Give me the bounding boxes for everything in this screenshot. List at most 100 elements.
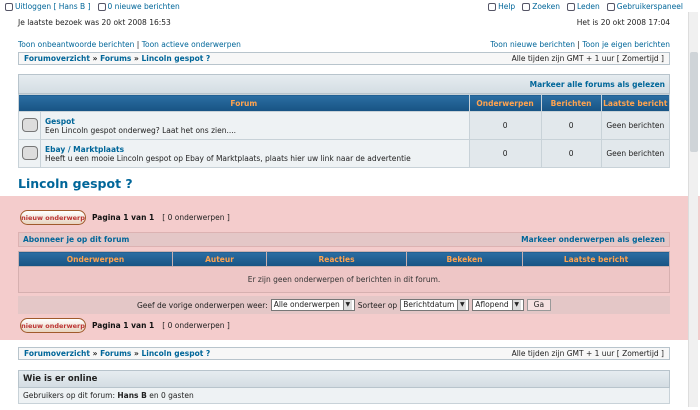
topic-filter-bar: Geef de vorige onderwerpen weer: Alle on… xyxy=(18,296,670,314)
last-visit-text: Je laatste bezoek was 20 okt 2008 16:53 xyxy=(18,18,171,27)
lastpost-header: Laatste bericht xyxy=(600,94,671,112)
mark-all-read-link[interactable]: Markeer alle forums als gelezen xyxy=(530,80,665,89)
logout-link[interactable]: Uitloggen [ Hans B ] xyxy=(5,2,91,11)
sort-by-select[interactable]: Berichtdatum ▼ xyxy=(400,299,470,311)
online-user[interactable]: Hans B xyxy=(117,391,146,400)
timezone-text: Alle tijden zijn GMT + 1 uur [ Zomertijd… xyxy=(511,349,664,358)
forum-topics-count: 0 xyxy=(468,111,542,140)
search-label: Zoeken xyxy=(532,1,560,11)
help-label: Help xyxy=(498,1,516,11)
own-posts-link[interactable]: Toon je eigen berichten xyxy=(582,40,670,49)
forum-last-post: Geen berichten xyxy=(600,111,671,140)
forum-title-link[interactable]: Gespot xyxy=(45,117,465,126)
forum-description: Een Lincoln gespot onderweg? Laat het on… xyxy=(45,125,237,135)
search-link[interactable]: Zoeken xyxy=(522,2,560,11)
col-topics: Onderwerpen xyxy=(18,251,173,267)
posts-header: Berichten xyxy=(540,94,602,112)
sort-order-select[interactable]: Aflopend ▼ xyxy=(472,299,524,311)
breadcrumb-index[interactable]: Forumoverzicht xyxy=(24,54,90,63)
breadcrumb-separator: » xyxy=(92,54,98,63)
unanswered-link[interactable]: Toon onbeantwoorde berichten xyxy=(18,40,134,49)
breadcrumb-separator: » xyxy=(134,349,139,358)
user-panel-icon xyxy=(606,2,615,11)
active-topics-link[interactable]: Toon actieve onderwerpen xyxy=(142,40,241,49)
topic-count: [ 0 onderwerpen ] xyxy=(162,321,230,330)
pagination-label: Pagina 1 van 1 xyxy=(92,213,155,222)
timezone-text: Alle tijden zijn GMT + 1 uur [ Zomertijd… xyxy=(511,54,664,63)
sort-label: Sorteer op xyxy=(357,300,398,310)
mark-topics-read-link[interactable]: Markeer onderwerpen als gelezen xyxy=(521,235,665,244)
new-topic-button-bottom[interactable]: nieuw onderwerp xyxy=(20,318,86,333)
forum-header: Forum xyxy=(18,94,470,112)
vertical-scrollbar[interactable] xyxy=(688,12,698,407)
show-topics-select[interactable]: Alle onderwerpen ▼ xyxy=(270,299,355,311)
new-posts-view-link[interactable]: Toon nieuwe berichten xyxy=(490,40,575,49)
forum-topics-count: 0 xyxy=(468,139,542,168)
topic-count: [ 0 onderwerpen ] xyxy=(162,213,230,222)
col-last-post: Laatste bericht xyxy=(522,251,670,267)
members-icon xyxy=(566,2,575,11)
forum-folder-icon xyxy=(21,145,38,160)
search-icon xyxy=(522,2,531,11)
members-link[interactable]: Leden xyxy=(566,1,600,11)
top-bar: Uitloggen [ Hans B ] 0 nieuwe berichten … xyxy=(5,0,695,12)
breadcrumb-current[interactable]: Lincoln gespot ? xyxy=(141,54,210,63)
pagination-top: Pagina 1 van 1 [ 0 onderwerpen ] xyxy=(92,213,230,222)
new-topic-button[interactable]: nieuw onderwerp xyxy=(20,210,86,225)
scrollbar-thumb[interactable] xyxy=(690,52,698,152)
forum-posts-count: 0 xyxy=(540,111,602,140)
breadcrumb-forums[interactable]: Forums xyxy=(100,54,131,63)
breadcrumb-current[interactable]: Lincoln gespot ? xyxy=(141,349,210,358)
breadcrumb-bottom: Forumoverzicht » Forums » Lincoln gespot… xyxy=(18,347,670,360)
online-heading: Wie is er online xyxy=(18,370,670,388)
breadcrumb-index[interactable]: Forumoverzicht xyxy=(24,349,90,358)
table-row: Gespot Een Lincoln gespot onderweg? Laat… xyxy=(18,111,671,140)
forum-title-link[interactable]: Ebay / Marktplaats xyxy=(45,145,465,154)
visit-info-row: Je laatste bezoek was 20 okt 2008 16:53 … xyxy=(18,18,670,27)
topics-header: Onderwerpen xyxy=(468,94,542,112)
help-icon xyxy=(488,2,497,11)
pagination-label: Pagina 1 van 1 xyxy=(92,321,155,330)
breadcrumb-separator: » xyxy=(134,54,139,63)
new-posts-link[interactable]: 0 nieuwe berichten xyxy=(97,1,180,11)
col-replies: Reacties xyxy=(266,251,407,267)
show-topics-label: Geef de vorige onderwerpen weer: xyxy=(136,300,268,310)
current-time-text: Het is 20 okt 2008 17:04 xyxy=(576,18,670,27)
forum-posts-count: 0 xyxy=(540,139,602,168)
go-button[interactable]: Ga xyxy=(526,299,552,311)
online-users-row: Gebruikers op dit forum: Hans B en 0 gas… xyxy=(18,388,670,404)
show-topics-value: Alle onderwerpen xyxy=(273,300,340,309)
table-row: Ebay / Marktplaats Heeft u een mooie Lin… xyxy=(18,139,671,168)
forum-description: Heeft u een mooie Lincoln gespot op Ebay… xyxy=(45,153,411,163)
sort-by-value: Berichtdatum xyxy=(403,300,455,309)
chevron-down-icon: ▼ xyxy=(342,300,352,310)
forum-folder-icon xyxy=(21,117,38,132)
page-title[interactable]: Lincoln gespot ? xyxy=(18,176,133,191)
topics-table: Onderwerpen Auteur Reacties Bekeken Laat… xyxy=(18,251,670,293)
col-views: Bekeken xyxy=(406,251,523,267)
pagination-bottom: Pagina 1 van 1 [ 0 onderwerpen ] xyxy=(92,321,230,330)
breadcrumb: Forumoverzicht » Forums » Lincoln gespot… xyxy=(24,349,210,358)
empty-forum-message: Er zijn geen onderwerpen of berichten in… xyxy=(18,266,670,293)
online-suffix: en 0 gasten xyxy=(149,391,194,400)
breadcrumb-top: Forumoverzicht » Forums » Lincoln gespot… xyxy=(18,52,670,65)
forum-last-post: Geen berichten xyxy=(600,139,671,168)
sort-order-value: Aflopend xyxy=(475,300,509,309)
breadcrumb-forums[interactable]: Forums xyxy=(100,349,131,358)
subscribe-link[interactable]: Abonneer je op dit forum xyxy=(23,235,129,244)
chevron-down-icon: ▼ xyxy=(457,300,467,310)
inbox-icon xyxy=(97,2,106,11)
members-label: Leden xyxy=(576,1,600,11)
col-author: Auteur xyxy=(172,251,267,267)
breadcrumb-separator: » xyxy=(92,349,98,358)
new-posts-label: 0 nieuwe berichten xyxy=(107,1,180,11)
usercp-link[interactable]: Gebruikerspaneel xyxy=(606,1,683,11)
usercp-label: Gebruikerspaneel xyxy=(616,1,683,11)
mark-all-bar: Markeer alle forums als gelezen xyxy=(18,74,670,94)
quick-links-row: Toon onbeantwoorde berichten | Toon acti… xyxy=(18,40,670,49)
forum-actions-bar: Abonneer je op dit forum Markeer onderwe… xyxy=(18,232,670,247)
online-prefix: Gebruikers op dit forum: xyxy=(23,391,115,400)
help-link[interactable]: Help xyxy=(488,2,515,11)
logout-icon xyxy=(5,2,13,11)
breadcrumb: Forumoverzicht » Forums » Lincoln gespot… xyxy=(24,54,210,63)
